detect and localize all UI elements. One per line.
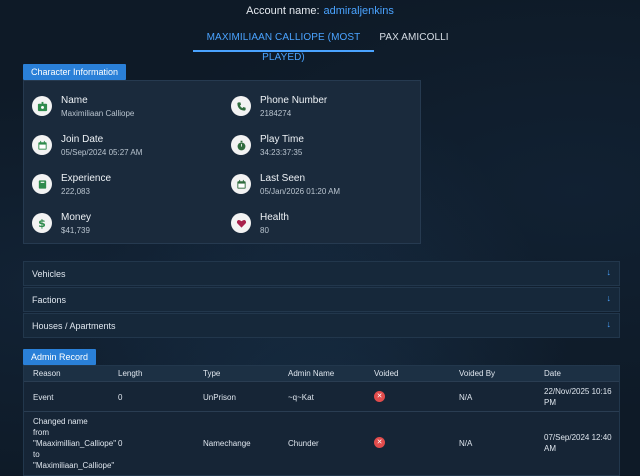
date-line: AM bbox=[544, 444, 556, 453]
arrow-down-icon: ↓ bbox=[606, 319, 612, 329]
type-cell: Namechange bbox=[203, 439, 251, 448]
admin-name-cell: Chunder bbox=[288, 439, 319, 448]
column-header: Length bbox=[118, 369, 143, 378]
type-cell: UnPrison bbox=[203, 393, 236, 402]
character-info-header: Character Information bbox=[23, 64, 127, 80]
reason-line: Changed name bbox=[33, 417, 88, 426]
info-label: Money bbox=[61, 212, 92, 223]
date-cell: 07/Sep/2024 12:40 AM bbox=[544, 432, 612, 454]
tab-pax-amicolli[interactable]: PAX AMICOLLI bbox=[374, 28, 454, 52]
reason-line: from bbox=[33, 428, 49, 437]
info-label: Health bbox=[260, 212, 289, 223]
account-label: Account name: bbox=[246, 5, 320, 17]
info-play-time: Play Time 34:23:37:35 bbox=[223, 130, 413, 164]
voided-x-icon: ✕ bbox=[374, 437, 385, 448]
calendar-icon bbox=[32, 135, 52, 155]
reason-line: "Maximiliaan_Calliope" bbox=[33, 461, 115, 470]
info-label: Name bbox=[61, 95, 88, 106]
account-line: Account name: admiraljenkins bbox=[0, 5, 640, 17]
character-info-panel: Name Maximiliaan Calliope Phone Number 2… bbox=[23, 80, 421, 244]
reason-cell: Changed name from "Maaximillian_Calliope… bbox=[33, 416, 117, 471]
table-header-row: Reason Length Type Admin Name Voided Voi… bbox=[24, 366, 619, 381]
info-value: $41,739 bbox=[61, 226, 90, 235]
column-header: Voided By bbox=[459, 369, 496, 378]
accordion-label: Vehicles bbox=[32, 269, 66, 279]
houses-apartments-accordion[interactable]: Houses / Apartments ↓ bbox=[23, 313, 620, 338]
info-money: $ Money $41,739 bbox=[24, 208, 214, 242]
stopwatch-icon bbox=[231, 135, 251, 155]
info-name: Name Maximiliaan Calliope bbox=[24, 91, 214, 125]
date-line: PM bbox=[544, 398, 556, 407]
voided-x-icon: ✕ bbox=[374, 391, 385, 402]
book-icon bbox=[32, 174, 52, 194]
column-header: Type bbox=[203, 369, 221, 378]
info-value: 05/Sep/2024 05:27 AM bbox=[61, 148, 143, 157]
reason-line: "Maaximillian_Calliope" bbox=[33, 439, 117, 448]
info-label: Phone Number bbox=[260, 95, 328, 106]
date-line: 07/Sep/2024 12:40 bbox=[544, 433, 612, 442]
table-row: Changed name from "Maaximillian_Calliope… bbox=[24, 411, 619, 475]
info-value: 34:23:37:35 bbox=[260, 148, 303, 157]
info-value: 2184274 bbox=[260, 109, 292, 118]
voided-by-cell: N/A bbox=[459, 393, 473, 402]
info-value: 80 bbox=[260, 226, 269, 235]
date-cell: 22/Nov/2025 10:16 PM bbox=[544, 386, 612, 408]
info-label: Experience bbox=[61, 173, 112, 184]
info-last-seen: Last Seen 05/Jan/2026 01:20 AM bbox=[223, 169, 413, 203]
arrow-down-icon: ↓ bbox=[606, 293, 612, 303]
heart-icon bbox=[231, 213, 251, 233]
info-health: Health 80 bbox=[223, 208, 413, 242]
info-value: 05/Jan/2026 01:20 AM bbox=[260, 187, 341, 196]
voided-by-cell: N/A bbox=[459, 439, 473, 448]
table-row: Event 0 UnPrison ~q~Kat ✕ N/A 22/Nov/202… bbox=[24, 381, 619, 411]
reason-line: to bbox=[33, 450, 40, 459]
accordion-label: Factions bbox=[32, 295, 67, 305]
length-cell: 0 bbox=[118, 393, 123, 402]
admin-record-header: Admin Record bbox=[23, 349, 97, 365]
info-phone-number: Phone Number 2184274 bbox=[223, 91, 413, 125]
info-value: Maximiliaan Calliope bbox=[61, 109, 135, 118]
info-label: Last Seen bbox=[260, 173, 306, 184]
info-join-date: Join Date 05/Sep/2024 05:27 AM bbox=[24, 130, 214, 164]
id-card-icon bbox=[32, 96, 52, 116]
arrow-down-icon: ↓ bbox=[606, 267, 612, 277]
accordion-label: Houses / Apartments bbox=[32, 321, 116, 331]
phone-icon bbox=[231, 96, 251, 116]
length-cell: 0 bbox=[118, 439, 123, 448]
column-header: Date bbox=[544, 369, 561, 378]
tab-maximiliaan-calliope[interactable]: MAXIMILIAAN CALLIOPE (MOST PLAYED) bbox=[193, 28, 374, 63]
column-header: Voided bbox=[374, 369, 399, 378]
reason-cell: Event bbox=[33, 393, 54, 402]
vehicles-accordion[interactable]: Vehicles ↓ bbox=[23, 261, 620, 286]
date-line: 22/Nov/2025 10:16 bbox=[544, 387, 612, 396]
character-tabs: MAXIMILIAAN CALLIOPE (MOST PLAYED) PAX A… bbox=[0, 28, 640, 63]
admin-record-table: Reason Length Type Admin Name Voided Voi… bbox=[23, 365, 620, 476]
info-label: Play Time bbox=[260, 134, 304, 145]
admin-name-cell: ~q~Kat bbox=[288, 393, 314, 402]
info-experience: Experience 222,083 bbox=[24, 169, 214, 203]
dollar-icon: $ bbox=[32, 213, 52, 233]
column-header: Reason bbox=[33, 369, 61, 378]
info-value: 222,083 bbox=[61, 187, 90, 196]
column-header: Admin Name bbox=[288, 369, 335, 378]
account-name[interactable]: admiraljenkins bbox=[324, 5, 394, 17]
factions-accordion[interactable]: Factions ↓ bbox=[23, 287, 620, 312]
info-label: Join Date bbox=[61, 134, 104, 145]
calendar-icon bbox=[231, 174, 251, 194]
